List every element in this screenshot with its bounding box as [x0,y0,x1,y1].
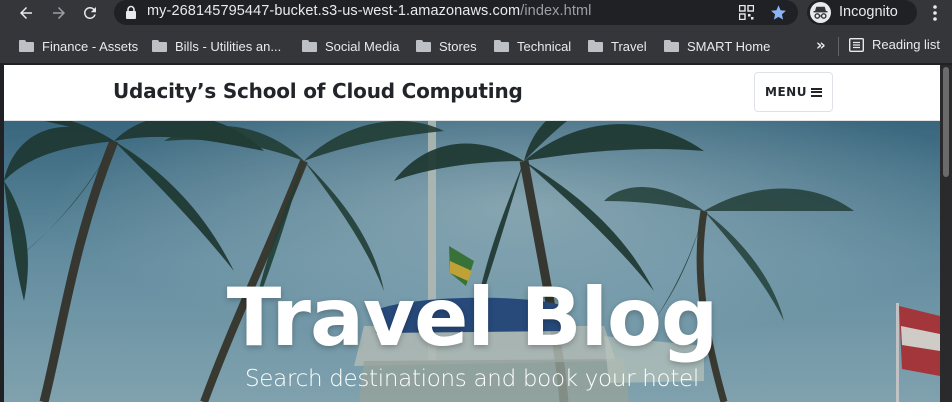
reading-list-button[interactable]: Reading list [849,37,940,52]
reading-list-icon [849,37,864,52]
bookmarks-divider [838,37,839,56]
folder-icon [588,40,603,52]
url-path: /index.html [520,3,592,19]
bookmark-label: Social Media [325,38,400,54]
hero-title: Travel Blog [226,271,719,364]
hero-subtitle: Search destinations and book your hotel [245,366,699,392]
bookmark-label: Stores [439,38,477,54]
menu-label: MENU [765,85,807,99]
page-viewport: Udacity’s School of Cloud Computing MENU [4,65,940,402]
forward-button[interactable] [46,0,72,26]
url-host: my-268145795447-bucket.s3-us-west-1.amaz… [147,3,521,19]
qr-code-icon [739,5,754,20]
bookmark-label: Travel [611,38,647,54]
folder-icon [416,40,431,52]
star-icon [771,5,786,20]
menu-button[interactable]: MENU [754,72,833,112]
incognito-icon [810,2,831,23]
more-bookmarks-chevron-icon[interactable]: » [816,36,826,54]
site-navbar: Udacity’s School of Cloud Computing MENU [4,65,940,121]
bookmark-folder-smart-home[interactable]: SMART Home [664,37,770,55]
site-brand-link[interactable]: Udacity’s School of Cloud Computing [113,79,523,103]
bookmark-label: SMART Home [687,38,771,54]
forward-arrow-icon [53,7,65,19]
scrollbar-thumb[interactable] [943,67,949,177]
reload-icon [83,6,96,19]
lock-icon[interactable] [124,5,138,20]
bookmark-folder-finance[interactable]: Finance - Assets [19,37,138,55]
folder-icon [494,40,509,52]
bookmark-label: Finance - Assets [42,38,139,54]
folder-icon [19,40,34,52]
browser-toolbar: my-268145795447-bucket.s3-us-west-1.amaz… [0,0,952,28]
page-scrollbar[interactable] [940,65,952,402]
folder-icon [152,40,167,52]
kebab-menu-icon[interactable] [925,2,945,24]
reading-list-label: Reading list [872,37,940,52]
bookmark-label: Technical [517,38,572,54]
bookmark-folder-technical[interactable]: Technical [494,37,571,55]
bookmark-folder-bills[interactable]: Bills - Utilities an... [152,37,281,55]
back-arrow-icon [20,7,32,19]
folder-icon [664,40,679,52]
incognito-indicator[interactable]: Incognito [807,0,917,25]
bookmark-star-button[interactable] [769,3,788,22]
hero-banner: Travel Blog Search destinations and book… [4,121,940,402]
qr-code-button[interactable] [737,3,756,22]
bookmark-folder-travel[interactable]: Travel [588,37,647,55]
bookmark-label: Bills - Utilities an... [175,38,282,54]
folder-icon [302,40,317,52]
address-bar[interactable]: my-268145795447-bucket.s3-us-west-1.amaz… [114,0,798,25]
bookmarks-bar: Finance - Assets Bills - Utilities an...… [0,28,952,64]
hamburger-icon [810,87,822,97]
bookmark-folder-social-media[interactable]: Social Media [302,37,399,55]
bookmark-folder-stores[interactable]: Stores [416,37,477,55]
url-text[interactable]: my-268145795447-bucket.s3-us-west-1.amaz… [147,3,591,19]
reload-button[interactable] [77,0,103,26]
incognito-label: Incognito [839,4,898,20]
back-button[interactable] [13,0,39,26]
